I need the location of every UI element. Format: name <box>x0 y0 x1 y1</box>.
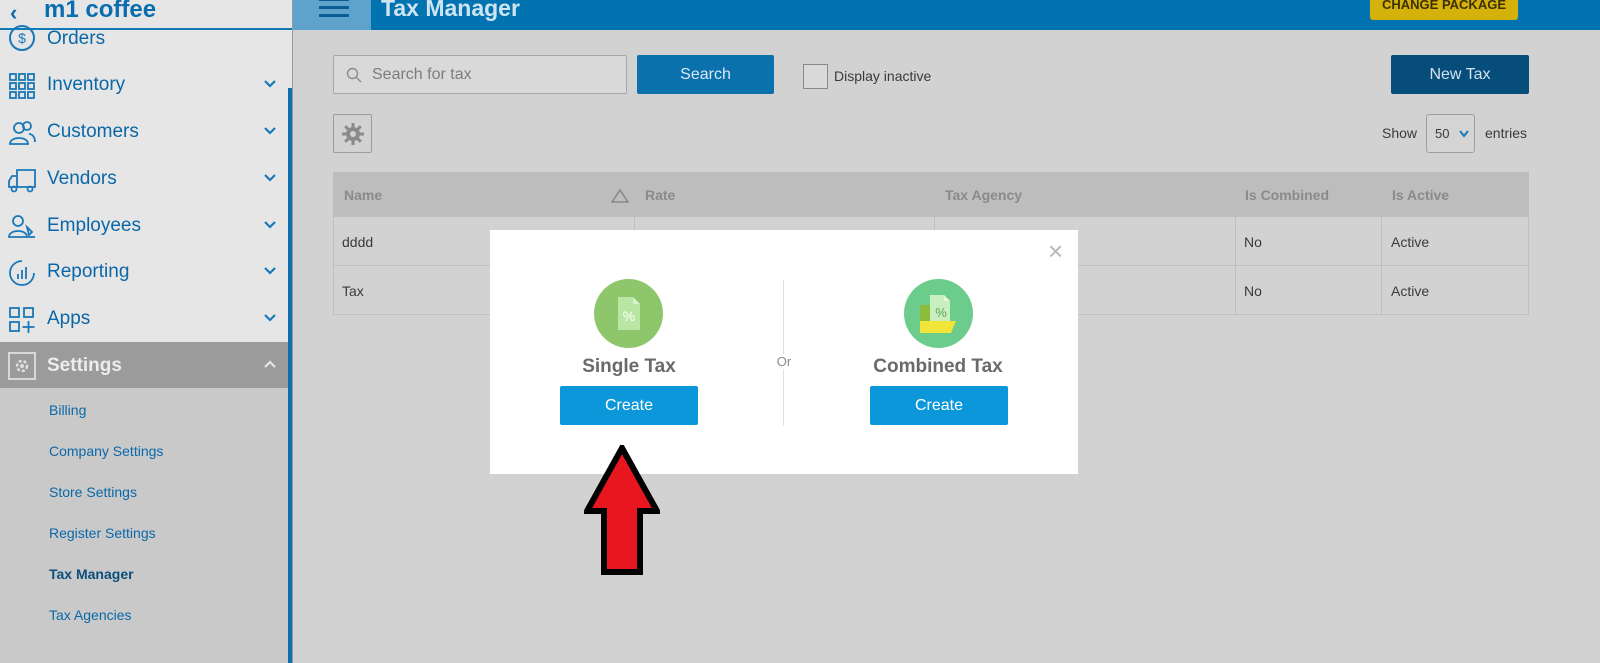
page-title: Tax Manager <box>381 0 520 21</box>
column-divider <box>1381 217 1382 266</box>
truck-icon <box>8 169 36 193</box>
chevron-down-icon <box>264 267 276 275</box>
chevron-down-icon <box>264 221 276 229</box>
sidebar-item-customers[interactable]: Customers <box>0 109 288 155</box>
chevron-up-icon <box>264 360 276 368</box>
svg-text:%: % <box>623 308 635 324</box>
hamburger-line <box>319 14 349 17</box>
column-divider <box>1235 266 1236 315</box>
display-inactive-label[interactable]: Display inactive <box>834 68 931 84</box>
hamburger-line <box>319 6 349 9</box>
new-tax-button[interactable]: New Tax <box>1391 55 1529 94</box>
column-header-rate[interactable]: Rate <box>645 187 675 203</box>
sidebar: ‹ m1 coffee $ Orders Inventory Customers… <box>0 0 293 663</box>
submenu-item-register-settings[interactable]: Register Settings <box>49 525 156 541</box>
dollar-circle-icon: $ <box>9 25 35 51</box>
users-icon <box>9 121 36 145</box>
svg-text:$: $ <box>18 30 26 46</box>
employee-icon <box>8 215 35 238</box>
hamburger-menu-button[interactable] <box>293 0 371 30</box>
sidebar-item-label: Settings <box>47 355 122 376</box>
sidebar-item-label: Inventory <box>47 74 126 95</box>
single-tax-title: Single Tax <box>582 356 676 377</box>
search-input[interactable] <box>372 64 612 86</box>
or-label: Or <box>773 354 795 369</box>
settings-submenu: Billing Company Settings Store Settings … <box>0 388 288 663</box>
sidebar-divider <box>292 0 293 663</box>
entries-select[interactable]: 50 <box>1426 114 1475 153</box>
chevron-down-icon <box>264 127 276 135</box>
column-header-tax-agency[interactable]: Tax Agency <box>945 187 1022 203</box>
cell-is-active: Active <box>1391 283 1430 299</box>
submenu-item-company-settings[interactable]: Company Settings <box>49 443 163 459</box>
top-bar: Tax Manager CHANGE PACKAGE <box>293 0 1600 30</box>
chevron-down-icon <box>264 174 276 182</box>
cell-is-active: Active <box>1391 234 1430 250</box>
create-single-tax-button[interactable]: Create <box>560 386 698 425</box>
sort-ascending-icon[interactable] <box>611 189 629 203</box>
table-settings-button[interactable] <box>333 114 372 153</box>
display-inactive-checkbox[interactable] <box>803 64 828 89</box>
chart-icon <box>9 260 35 286</box>
search-icon <box>346 67 362 83</box>
sidebar-item-label: Vendors <box>47 168 117 189</box>
search-field[interactable] <box>333 55 627 94</box>
column-header-is-active[interactable]: Is Active <box>1392 187 1449 203</box>
cell-name: dddd <box>342 234 374 250</box>
table-header: Name Rate Tax Agency Is Combined Is Acti… <box>333 172 1529 217</box>
cell-is-combined: No <box>1244 283 1262 299</box>
submenu-item-billing[interactable]: Billing <box>49 402 86 418</box>
sidebar-item-label: Customers <box>47 121 139 142</box>
sidebar-item-vendors[interactable]: Vendors <box>0 156 288 202</box>
chevron-down-icon <box>264 80 276 88</box>
annotation-arrow-icon <box>584 445 660 575</box>
sidebar-item-inventory[interactable]: Inventory <box>0 62 288 108</box>
apps-icon <box>9 307 35 333</box>
combined-tax-icon: % <box>904 279 973 348</box>
create-combined-tax-button[interactable]: Create <box>870 386 1008 425</box>
close-icon[interactable]: × <box>1048 238 1063 264</box>
sidebar-item-apps[interactable]: Apps <box>0 296 288 342</box>
sidebar-item-label: Apps <box>47 308 91 329</box>
new-tax-type-modal: × % Single Tax Create Or % Combined Tax … <box>490 230 1078 474</box>
cell-name: Tax <box>342 283 364 299</box>
column-divider <box>1381 266 1382 315</box>
show-label: Show <box>1382 125 1418 141</box>
svg-text:%: % <box>935 305 947 320</box>
column-divider <box>1235 217 1236 266</box>
single-tax-icon: % <box>594 279 663 348</box>
sidebar-item-employees[interactable]: Employees <box>0 203 288 249</box>
sidebar-item-orders[interactable]: $ Orders <box>0 20 288 66</box>
gear-icon <box>342 123 364 145</box>
search-button[interactable]: Search <box>637 55 774 94</box>
column-header-name[interactable]: Name <box>344 187 382 203</box>
column-header-is-combined[interactable]: Is Combined <box>1245 187 1329 203</box>
sidebar-item-reporting[interactable]: Reporting <box>0 249 288 295</box>
sidebar-item-label: Reporting <box>47 261 130 282</box>
entries-label: entries <box>1485 125 1528 141</box>
grid-icon <box>9 73 35 99</box>
settings-gear-icon <box>8 352 36 380</box>
change-package-button[interactable]: CHANGE PACKAGE <box>1370 0 1518 20</box>
submenu-item-store-settings[interactable]: Store Settings <box>49 484 137 500</box>
chevron-down-icon <box>1459 130 1469 138</box>
sidebar-item-settings[interactable]: Settings <box>0 342 288 388</box>
chevron-down-icon <box>264 314 276 322</box>
cell-is-combined: No <box>1244 234 1262 250</box>
submenu-item-tax-manager[interactable]: Tax Manager <box>49 566 134 582</box>
sidebar-item-label: Orders <box>47 28 106 49</box>
combined-tax-title: Combined Tax <box>873 356 1003 377</box>
sidebar-item-label: Employees <box>47 215 141 236</box>
submenu-item-tax-agencies[interactable]: Tax Agencies <box>49 607 132 623</box>
or-divider <box>783 280 784 426</box>
entries-value: 50 <box>1435 126 1450 141</box>
hamburger-line <box>319 0 349 1</box>
